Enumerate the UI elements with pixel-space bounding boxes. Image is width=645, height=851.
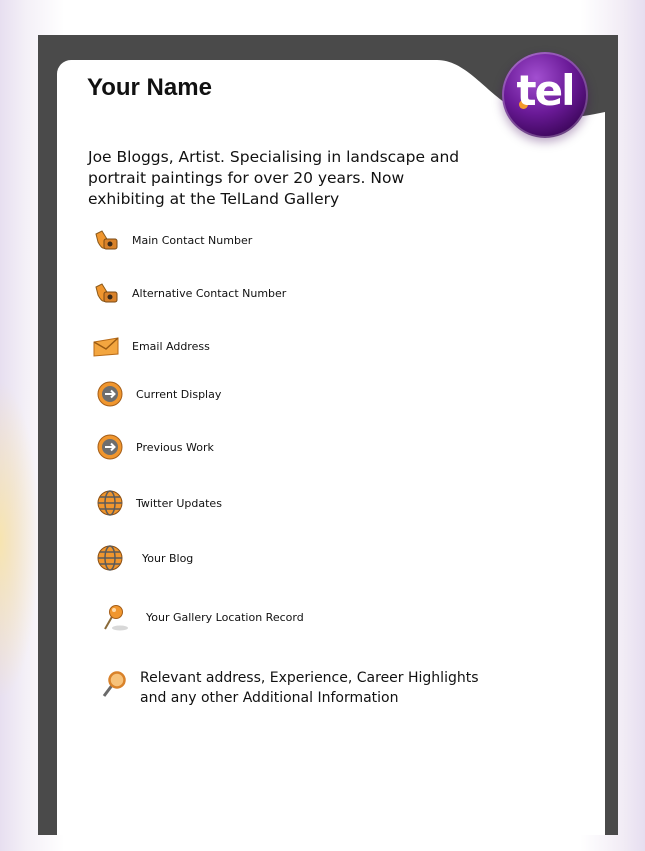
item-label: Twitter Updates	[136, 496, 222, 510]
logo-text: tel	[516, 66, 576, 115]
contact-item-previous-work[interactable]: Previous Work	[96, 433, 214, 461]
phone-icon	[95, 230, 118, 250]
magnifier-icon	[102, 671, 126, 697]
contact-item-gallery-location[interactable]: Your Gallery Location Record	[100, 603, 304, 631]
item-label: Relevant address, Experience, Career Hig…	[140, 670, 479, 706]
intro-text: Joe Bloggs, Artist. Specialising in land…	[88, 148, 460, 208]
item-label: Alternative Contact Number	[132, 286, 287, 300]
arrow-circle-icon	[97, 434, 123, 460]
globe-icon	[97, 490, 123, 516]
contact-item-current-display[interactable]: Current Display	[96, 380, 221, 408]
page-title: Your Name	[87, 74, 212, 101]
email-envelope-icon	[93, 337, 119, 357]
item-label: Previous Work	[136, 440, 214, 454]
item-label: Current Display	[136, 387, 222, 401]
contact-item-additional-info[interactable]: Relevant address, Experience, Career Hig…	[100, 668, 490, 708]
item-label: Main Contact Number	[132, 233, 253, 247]
contact-item-email[interactable]: Email Address	[92, 332, 210, 360]
contact-item-alt-number[interactable]: Alternative Contact Number	[92, 279, 286, 307]
map-pin-icon	[104, 605, 128, 631]
item-label: Email Address	[132, 339, 210, 353]
globe-icon	[97, 545, 123, 571]
item-label: Your Blog	[142, 551, 194, 565]
contact-item-main-number[interactable]: Main Contact Number	[92, 226, 252, 254]
contact-item-blog[interactable]: Your Blog	[96, 544, 193, 572]
tel-logo: tel	[502, 52, 588, 138]
contact-item-twitter[interactable]: Twitter Updates	[96, 489, 222, 517]
phone-icon	[95, 283, 118, 303]
item-label: Your Gallery Location Record	[146, 610, 304, 624]
background-glow	[0, 380, 40, 700]
arrow-circle-icon	[97, 381, 123, 407]
